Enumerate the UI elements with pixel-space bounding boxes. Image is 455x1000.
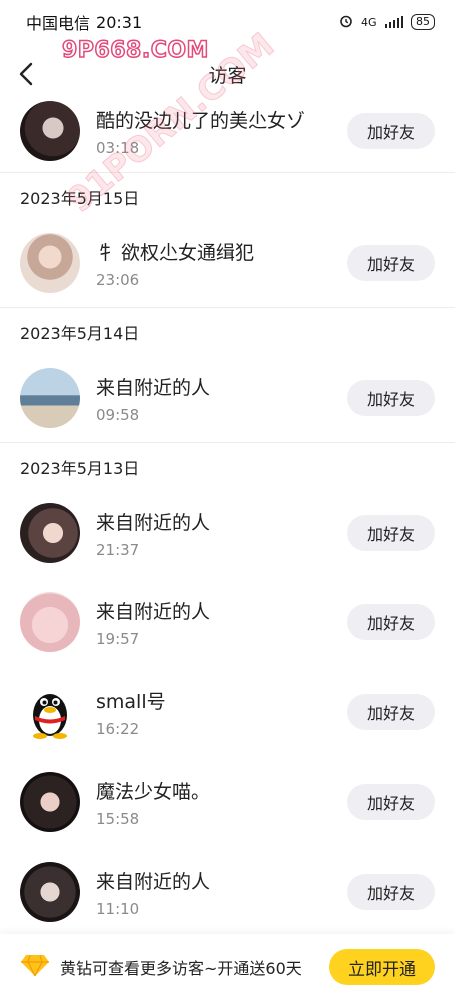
vip-promo-bar: 黄钻可查看更多访客~开通送60天 立即开通 [0,934,455,1000]
open-vip-button[interactable]: 立即开通 [329,949,435,985]
visit-time: 16:22 [96,719,140,738]
alarm-icon [339,14,353,31]
watermark-logo: 9P668.COM [61,37,209,64]
add-friend-button[interactable]: 加好友 [347,113,435,149]
visit-time: 11:10 [96,899,140,918]
list-item[interactable]: 魔法少女喵。 15:58 加好友 [0,757,455,847]
clock: 20:31 [96,12,143,32]
list-item[interactable]: 来自附近的人 11:10 加好友 [0,847,455,937]
add-friend-button[interactable]: 加好友 [347,874,435,910]
visitor-name: 酷的没边儿了的美尐女ゾ [96,109,306,132]
avatar[interactable] [20,503,80,563]
date-header: 2023年5月15日 [20,189,140,208]
visitor-list: 酷的没边儿了的美尐女ゾ 03:18 加好友 2023年5月15日 牜 欲权尐女通… [0,98,455,937]
carrier-label: 中国电信 [26,14,91,33]
visitor-name: 来自附近的人 [96,376,211,399]
battery-icon: 85 [411,14,435,30]
battery-level: 85 [416,15,430,28]
visitor-name: 来自附近的人 [96,870,211,893]
date-header: 2023年5月14日 [20,324,140,343]
add-friend-button[interactable]: 加好友 [347,515,435,551]
avatar[interactable] [20,233,80,293]
add-friend-button[interactable]: 加好友 [347,694,435,730]
qq-penguin-icon[interactable] [20,682,80,742]
add-friend-button[interactable]: 加好友 [347,380,435,416]
page-title: 访客 [208,64,247,87]
avatar[interactable] [20,368,80,428]
visitor-name: 牜 欲权尐女通缉犯 [96,241,255,264]
list-item[interactable]: 来自附近的人 19:57 加好友 [0,577,455,667]
diamond-icon [20,953,50,981]
list-item[interactable]: 酷的没边儿了的美尐女ゾ 03:18 加好友 [0,98,455,164]
avatar[interactable] [20,592,80,652]
list-item[interactable]: 来自附近的人 21:37 加好友 [0,489,455,577]
visit-time: 19:57 [96,629,140,648]
avatar[interactable] [20,772,80,832]
visit-time: 21:37 [96,540,140,559]
signal-icon [384,16,403,28]
add-friend-button[interactable]: 加好友 [347,784,435,820]
visit-time: 03:18 [96,138,140,157]
visit-time: 23:06 [96,270,140,289]
avatar[interactable] [20,101,80,161]
list-item[interactable]: 来自附近的人 09:58 加好友 [0,354,455,442]
date-header: 2023年5月13日 [20,459,140,478]
visit-time: 15:58 [96,809,140,828]
back-icon[interactable] [16,60,40,88]
add-friend-button[interactable]: 加好友 [347,604,435,640]
vip-promo-text: 黄钻可查看更多访客~开通送60天 [60,959,302,978]
network-type: 4G [360,15,377,29]
add-friend-button[interactable]: 加好友 [347,245,435,281]
visitor-name: 来自附近的人 [96,600,211,623]
visit-time: 09:58 [96,405,140,424]
visitor-name: 魔法少女喵。 [96,780,211,803]
list-item[interactable]: small号 16:22 加好友 [0,667,455,757]
list-item[interactable]: 牜 欲权尐女通缉犯 23:06 加好友 [0,219,455,307]
visitor-name: small号 [96,690,166,713]
avatar[interactable] [20,862,80,922]
visitor-name: 来自附近的人 [96,511,211,534]
